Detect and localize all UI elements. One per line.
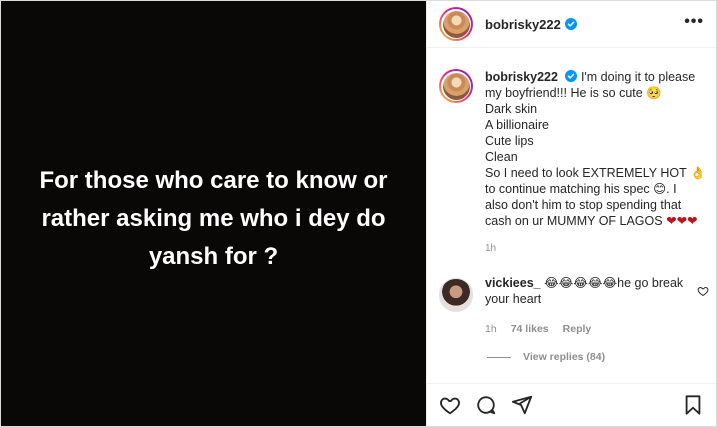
comment-reply-button[interactable]: Reply — [563, 321, 592, 337]
comment-avatar[interactable] — [439, 278, 473, 312]
heart-icon[interactable] — [439, 394, 461, 416]
post-header: bobrisky222 ••• — [427, 1, 716, 48]
comment-body: vickiees_ 😂😂😂😂😂he go break your heart 1h… — [485, 275, 685, 337]
share-icon[interactable] — [511, 394, 533, 416]
comment-likes[interactable]: 74 likes — [511, 321, 549, 337]
caption-text-line: Cute lips — [485, 134, 534, 148]
comment-timestamp[interactable]: 1h — [485, 321, 497, 337]
caption-text-line: A billionaire — [485, 118, 549, 132]
header-username[interactable]: bobrisky222 — [485, 17, 561, 32]
avatar-image — [442, 10, 470, 38]
caption-text-line: Dark skin — [485, 102, 538, 116]
caption-text-line: my boyfriend!!! He is so cute 🥺 — [485, 86, 662, 100]
comment-emojis: 😂😂😂😂😂 — [544, 276, 618, 290]
caption-text-line: So I need to look EXTREMELY HOT 👌 — [485, 166, 706, 180]
caption-timestamp[interactable]: 1h — [485, 241, 713, 257]
view-replies-label: View replies (84) — [523, 351, 606, 363]
caption-username[interactable]: bobrisky222 — [485, 70, 558, 84]
post-panel: bobrisky222 ••• bobrisky222 I'm doing it… — [426, 1, 716, 426]
media-text: For those who care to know or rather ask… — [39, 166, 388, 270]
caption-text-line: Clean — [485, 150, 518, 164]
divider — [487, 356, 511, 358]
comment-like-heart-icon[interactable] — [697, 285, 709, 297]
bookmark-icon[interactable] — [682, 394, 704, 416]
caption-text-line: I'm doing it to please — [580, 70, 696, 84]
comment-icon[interactable] — [475, 394, 497, 416]
header-avatar[interactable] — [439, 7, 473, 41]
caption-body: bobrisky222 I'm doing it to please my bo… — [485, 69, 713, 257]
action-bar — [427, 383, 716, 426]
caption: bobrisky222 I'm doing it to please my bo… — [439, 69, 713, 257]
view-replies-button[interactable]: View replies (84) — [487, 351, 605, 363]
comment-item: vickiees_ 😂😂😂😂😂he go break your heart 1h… — [439, 275, 709, 337]
avatar-image — [442, 72, 470, 100]
caption-text-line: also don't him to stop spending that — [485, 198, 682, 212]
comment-meta: 1h 74 likes Reply — [485, 321, 685, 337]
more-options-icon[interactable]: ••• — [684, 13, 704, 31]
post-window: For those who care to know or rather ask… — [0, 0, 717, 427]
post-media[interactable]: For those who care to know or rather ask… — [1, 1, 426, 426]
caption-text-line: cash on ur MUMMY OF LAGOS — [485, 214, 663, 228]
caption-text-line: to continue matching his spec 😊. I — [485, 182, 677, 196]
comment-username[interactable]: vickiees_ — [485, 276, 541, 290]
verified-badge-icon — [564, 18, 577, 30]
verified-badge-icon — [565, 70, 578, 82]
hearts-emoji: ❤❤❤ — [666, 214, 698, 228]
caption-avatar[interactable] — [439, 69, 473, 103]
